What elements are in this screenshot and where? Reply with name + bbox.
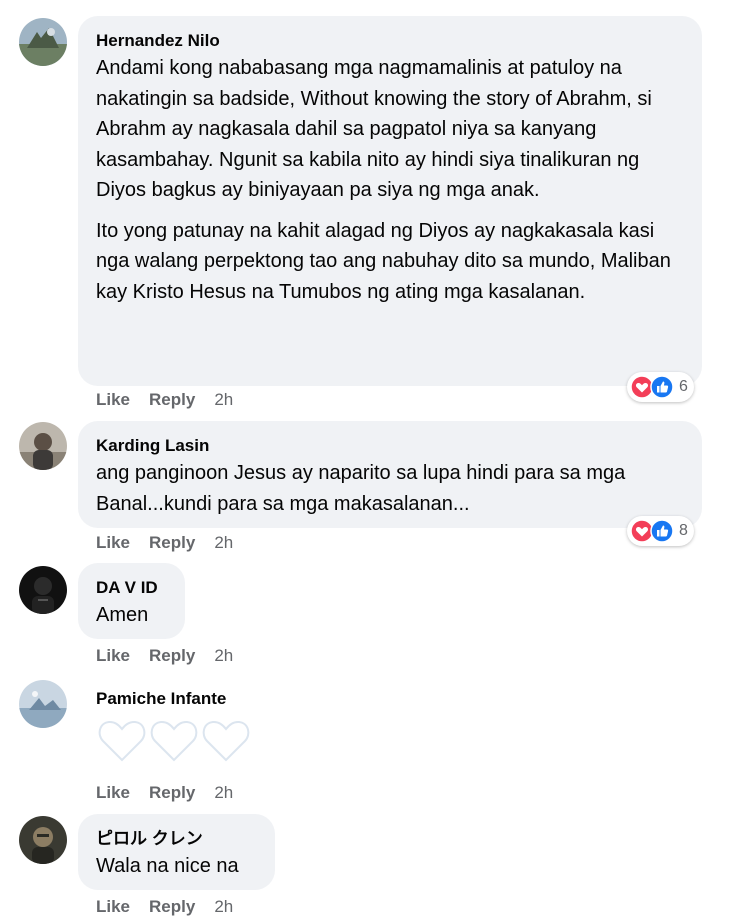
comment-timestamp[interactable]: 2h: [214, 896, 233, 918]
white-heart-icon: [150, 720, 198, 762]
comment-author[interactable]: Hernandez Nilo: [96, 30, 684, 52]
reply-button[interactable]: Reply: [149, 389, 195, 411]
like-button[interactable]: Like: [96, 645, 130, 667]
reply-button[interactable]: Reply: [149, 782, 195, 804]
comment-actions: Like Reply 2h: [96, 782, 233, 804]
comment-timestamp[interactable]: 2h: [214, 389, 233, 411]
avatar[interactable]: [19, 422, 67, 470]
comment-author[interactable]: DA V ID: [96, 577, 167, 599]
white-heart-icon: [98, 720, 146, 762]
like-button[interactable]: Like: [96, 389, 130, 411]
avatar[interactable]: [19, 680, 67, 728]
reply-button[interactable]: Reply: [149, 645, 195, 667]
white-heart-icon: [202, 720, 250, 762]
reply-button[interactable]: Reply: [149, 532, 195, 554]
avatar[interactable]: [19, 18, 67, 66]
comment-actions: Like Reply 2h: [96, 645, 233, 667]
emoji-content: [96, 716, 260, 764]
comment-text: Ito yong patunay na kahit alagad ng Diyo…: [96, 219, 671, 303]
comment-timestamp[interactable]: 2h: [214, 645, 233, 667]
reaction-summary[interactable]: 8: [627, 516, 694, 546]
like-icon: [650, 375, 674, 399]
comment-timestamp[interactable]: 2h: [214, 782, 233, 804]
avatar-photo: [19, 18, 67, 66]
avatar[interactable]: [19, 816, 67, 864]
comment-author[interactable]: Karding Lasin: [96, 435, 684, 457]
like-button[interactable]: Like: [96, 782, 130, 804]
comment-actions: Like Reply 2h: [96, 532, 233, 554]
reaction-count: 8: [679, 522, 688, 539]
like-button[interactable]: Like: [96, 532, 130, 554]
comment-author[interactable]: ピロル クレン: [96, 828, 257, 850]
comment-text: ang panginoon Jesus ay naparito sa lupa …: [96, 462, 626, 515]
comment-text: Andami kong nababasang mga nagmamalinis …: [96, 57, 652, 201]
comment-bubble: Hernandez Nilo Andami kong nababasang mg…: [78, 16, 702, 386]
reply-button[interactable]: Reply: [149, 896, 195, 918]
avatar-photo: [19, 816, 67, 864]
like-button[interactable]: Like: [96, 896, 130, 918]
comment-bubble: DA V ID Amen: [78, 563, 185, 639]
comment-actions: Like Reply 2h: [96, 896, 233, 918]
comment-text: Amen: [96, 604, 149, 626]
comment-timestamp[interactable]: 2h: [214, 532, 233, 554]
avatar-photo: [19, 422, 67, 470]
comment-bubble: Pamiche Infante: [78, 680, 278, 775]
avatar-photo: [19, 566, 67, 614]
like-icon: [650, 519, 674, 543]
comment-author[interactable]: Pamiche Infante: [96, 688, 260, 710]
comment-actions: Like Reply 2h: [96, 389, 233, 411]
reaction-summary[interactable]: 6: [627, 372, 694, 402]
comment-bubble: ピロル クレン Wala na nice na: [78, 814, 275, 890]
reaction-count: 6: [679, 378, 688, 395]
comment-bubble: Karding Lasin ang panginoon Jesus ay nap…: [78, 421, 702, 528]
avatar[interactable]: [19, 566, 67, 614]
comment-text: Wala na nice na: [96, 855, 239, 877]
avatar-photo: [19, 680, 67, 728]
